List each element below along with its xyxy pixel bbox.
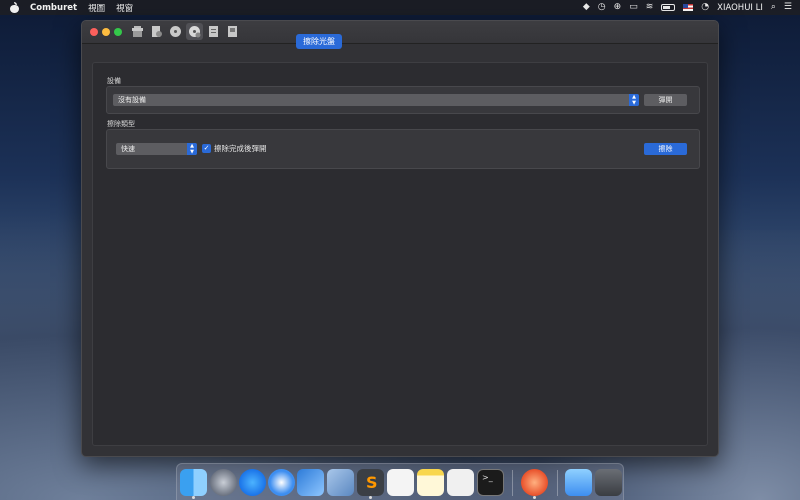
user-name[interactable]: XIAOHUI LI: [717, 3, 763, 13]
apple-menu-icon[interactable]: [10, 1, 19, 13]
airplay-icon[interactable]: ▭: [629, 0, 638, 15]
device-group-label: 設備: [107, 77, 121, 85]
network-icon[interactable]: ⊕: [614, 0, 622, 15]
launchpad-icon[interactable]: [210, 469, 237, 496]
trash-icon[interactable]: [595, 469, 622, 496]
eject-after-erase-label: 擦除完成後彈開: [214, 144, 267, 153]
notes-icon[interactable]: [417, 469, 444, 496]
save-icon[interactable]: [224, 23, 241, 40]
chevron-updown-icon: ▲ ▼: [187, 143, 197, 155]
sublime-text-icon[interactable]: S: [357, 469, 384, 496]
downloads-folder-icon[interactable]: [565, 469, 592, 496]
device-select[interactable]: 沒有設備 ▲ ▼: [113, 94, 639, 106]
battery-icon[interactable]: [661, 4, 676, 11]
menu-view[interactable]: 視圖: [88, 2, 105, 14]
comburet-icon[interactable]: [521, 469, 548, 496]
menubar: Comburet 視圖 視窗 ◆ ◷ ⊕ ▭ ≋ ◔ XIAOHUI LI ⌕ …: [0, 0, 800, 15]
minimize-window-button[interactable]: [102, 28, 110, 36]
erase-disc-icon[interactable]: [186, 23, 203, 40]
burn-icon[interactable]: [129, 23, 146, 40]
running-indicator: [533, 496, 536, 499]
dock-separator: [557, 470, 558, 496]
erase-speed-select[interactable]: 快速 ▲ ▼: [116, 143, 197, 155]
eject-button[interactable]: 彈開: [644, 94, 687, 106]
spotlight-search-icon[interactable]: ⌕: [771, 0, 776, 15]
terminal-icon[interactable]: >_: [477, 469, 504, 496]
device-select-value: 沒有設備: [118, 96, 146, 104]
safari-icon[interactable]: [268, 469, 295, 496]
tab-erase-disc[interactable]: 擦除光盤: [296, 34, 342, 49]
xcode-icon[interactable]: [297, 469, 324, 496]
titlebar: [82, 21, 718, 44]
running-indicator: [369, 496, 372, 499]
dock-separator: [512, 470, 513, 496]
finder-icon[interactable]: [180, 469, 207, 496]
copy-disc-icon[interactable]: [167, 23, 184, 40]
erase-button[interactable]: 擦除: [644, 143, 687, 155]
close-window-button[interactable]: [90, 28, 98, 36]
erase-type-group-label: 擦除類型: [107, 120, 135, 128]
zoom-window-button[interactable]: [114, 28, 122, 36]
eject-after-erase-checkbox[interactable]: ✓: [202, 144, 211, 153]
reminders-icon[interactable]: [387, 469, 414, 496]
chevron-updown-icon: ▲ ▼: [629, 94, 639, 106]
menu-window[interactable]: 視窗: [116, 2, 133, 14]
time-machine-icon[interactable]: ◷: [598, 0, 606, 15]
dock: S >_: [176, 463, 624, 500]
virtualbox-icon[interactable]: [327, 469, 354, 496]
erase-speed-value: 快速: [121, 145, 135, 153]
image-icon[interactable]: [148, 23, 165, 40]
running-indicator: [192, 496, 195, 499]
app-menu[interactable]: Comburet: [30, 3, 77, 13]
textedit-icon[interactable]: [447, 469, 474, 496]
clock-icon[interactable]: ◔: [701, 0, 709, 15]
notification-center-icon[interactable]: ☰: [784, 0, 792, 15]
info-icon[interactable]: [205, 23, 222, 40]
wifi-icon[interactable]: ≋: [646, 0, 654, 15]
elephant-icon[interactable]: ◆: [583, 0, 590, 15]
app-store-icon[interactable]: [239, 469, 266, 496]
erase-panel: [92, 62, 708, 446]
toolbar: [129, 23, 241, 40]
input-source-flag-icon[interactable]: [683, 4, 694, 11]
